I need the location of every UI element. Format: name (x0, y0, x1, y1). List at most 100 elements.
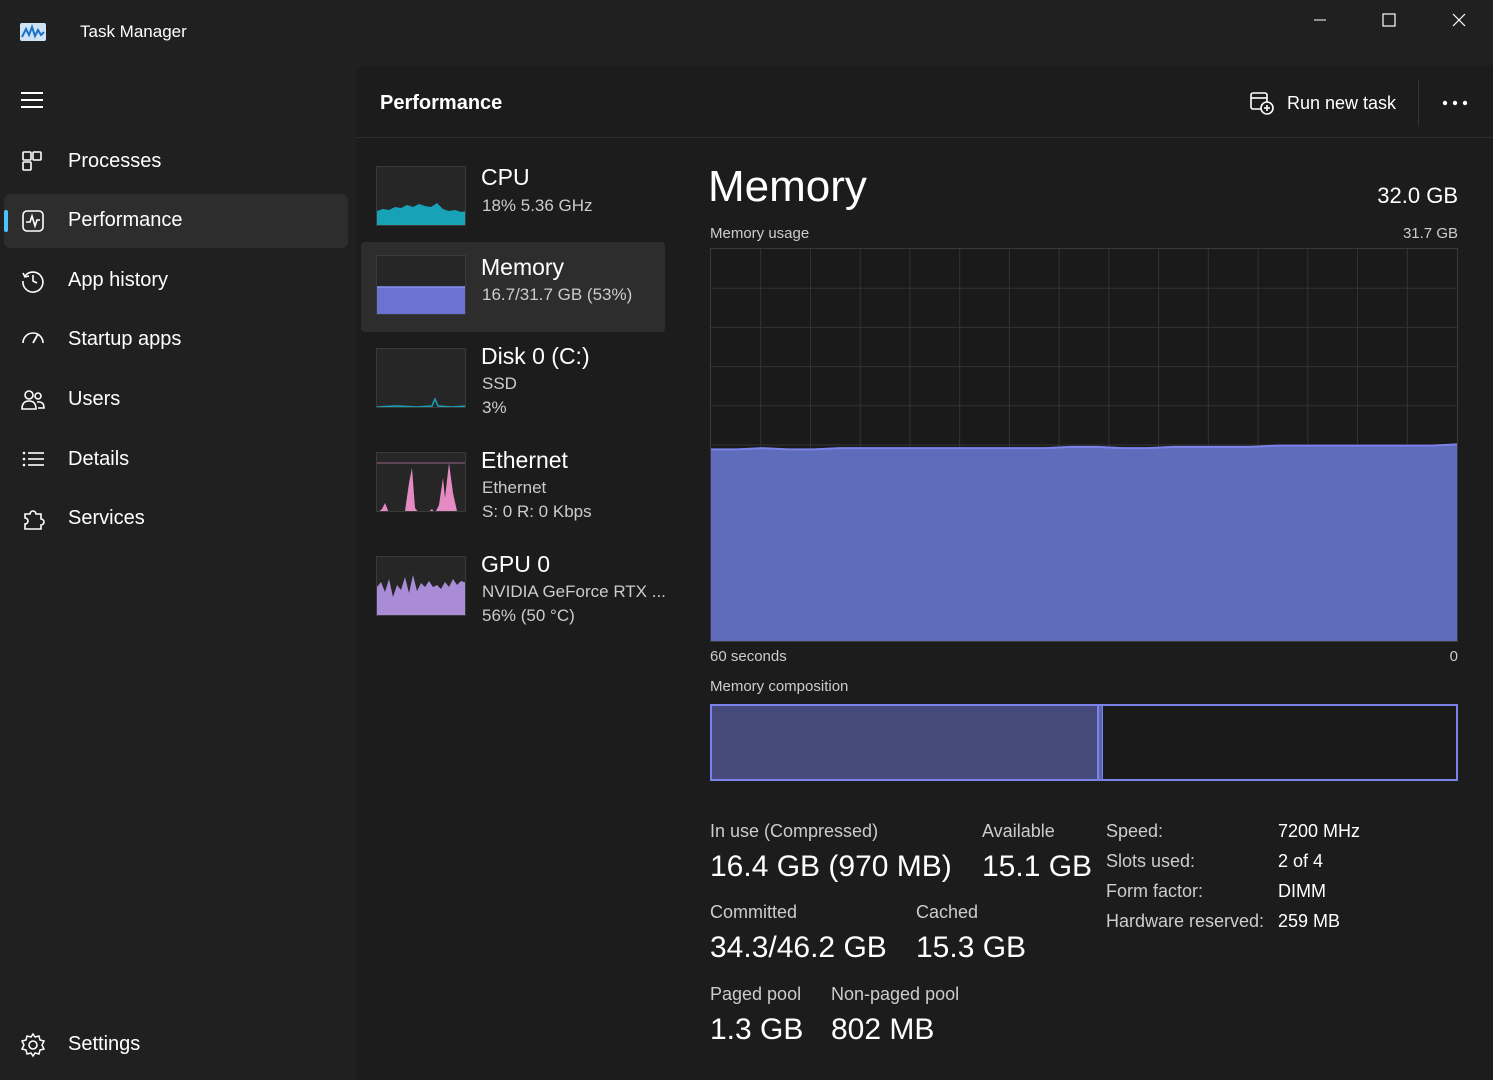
nav-label-details: Details (68, 448, 130, 470)
device-name: Ethernet (481, 447, 568, 473)
non-paged-pool-label: Non-paged pool (831, 984, 960, 1004)
device-name: Memory (481, 254, 565, 280)
device-detail: NVIDIA GeForce RTX ... (482, 582, 666, 601)
speed-value: 7200 MHz (1278, 821, 1361, 841)
maximize-button[interactable] (1354, 0, 1424, 40)
nav-label-processes: Processes (68, 150, 162, 172)
content-pane: Performance Run new task CPU 18% 5.36 GH… (356, 66, 1493, 1080)
services-puzzle-icon (24, 510, 45, 530)
close-icon (1452, 13, 1466, 27)
detail-title: Memory (708, 162, 867, 211)
content-header: Performance Run new task (356, 66, 1493, 138)
hardware-reserved-label: Hardware reserved: (1106, 911, 1265, 931)
memory-usage-max: 31.7 GB (1402, 225, 1458, 242)
startup-speedometer-icon (22, 332, 44, 344)
device-detail: 18% 5.36 GHz (482, 196, 593, 215)
memory-usage-label: Memory usage (710, 225, 810, 242)
paged-pool-label: Paged pool (710, 984, 802, 1004)
gear-icon (20, 1032, 46, 1058)
memory-usage-area (711, 444, 1457, 641)
hardware-reserved-value: 259 MB (1278, 911, 1341, 931)
committed-label: Committed (710, 902, 798, 922)
active-indicator (4, 210, 8, 232)
composition-in-use (712, 706, 1099, 779)
cached-value: 15.3 GB (916, 931, 1027, 964)
minimize-icon (1314, 19, 1326, 21)
device-name: CPU (481, 164, 530, 190)
processes-grid-icon (22, 151, 42, 171)
nav-label-services: Services (68, 507, 145, 529)
nav-item-app-history[interactable]: App history (4, 254, 348, 308)
cpu-thumbnail-graph (376, 166, 466, 226)
nav-item-performance[interactable]: Performance (4, 194, 348, 248)
run-new-task-label: Run new task (1287, 92, 1397, 113)
details-list-icon (22, 451, 44, 467)
navigation-pane: Processes Performance App history Startu… (0, 66, 356, 1080)
nav-label-app-history: App history (68, 269, 169, 291)
more-ellipsis-icon (1442, 100, 1468, 106)
nav-item-processes[interactable]: Processes (4, 135, 348, 189)
users-icon (21, 390, 45, 410)
history-clock-icon (22, 271, 44, 293)
task-manager-app-icon (20, 23, 46, 41)
device-gpu[interactable]: GPU 0 NVIDIA GeForce RTX ... 56% (50 °C) (361, 542, 666, 632)
time-axis-end: 0 (1449, 648, 1458, 665)
slots-used-value: 2 of 4 (1278, 851, 1324, 871)
paged-pool-value: 1.3 GB (710, 1013, 804, 1046)
device-detail: SSD (482, 374, 517, 393)
slots-used-label: Slots used: (1106, 851, 1196, 871)
device-detail: 3% (482, 398, 507, 417)
nav-label-performance: Performance (68, 209, 183, 231)
device-ethernet[interactable]: Ethernet Ethernet S: 0 R: 0 Kbps (361, 438, 665, 528)
title-bar: Task Manager (0, 0, 1493, 66)
minimize-button[interactable] (1285, 0, 1355, 40)
device-detail: 16.7/31.7 GB (53%) (482, 285, 633, 304)
nav-label-users: Users (68, 388, 121, 410)
device-detail: Ethernet (482, 478, 547, 497)
form-factor-value: DIMM (1278, 881, 1326, 901)
ethernet-thumbnail-graph (376, 452, 466, 512)
maximize-icon (1382, 13, 1396, 27)
composition-modified (1099, 706, 1103, 779)
run-new-task-button[interactable]: Run new task (1249, 88, 1396, 118)
memory-usage-chart (711, 249, 1458, 641)
memory-total: 32.0 GB (1377, 183, 1458, 208)
nav-item-settings[interactable]: Settings (4, 1018, 348, 1072)
page-title: Performance (380, 92, 503, 114)
performance-pulse-icon (22, 210, 44, 232)
nav-item-services[interactable]: Services (4, 492, 348, 546)
device-name: Disk 0 (C:) (481, 343, 590, 369)
available-label: Available (982, 821, 1055, 841)
in-use-value: 16.4 GB (970 MB) (710, 850, 952, 883)
device-cpu[interactable]: CPU 18% 5.36 GHz (361, 152, 665, 242)
close-button[interactable] (1424, 0, 1493, 40)
nav-item-users[interactable]: Users (4, 373, 348, 427)
speed-label: Speed: (1106, 821, 1164, 841)
cached-label: Cached (916, 902, 979, 922)
non-paged-pool-value: 802 MB (831, 1013, 935, 1046)
gpu-thumbnail-graph (376, 556, 466, 616)
device-detail: 56% (50 °C) (482, 606, 575, 625)
device-disk[interactable]: Disk 0 (C:) SSD 3% (361, 334, 665, 424)
hamburger-menu-icon[interactable] (18, 88, 46, 112)
memory-usage-graph (710, 248, 1458, 642)
memory-thumbnail-graph (376, 255, 466, 315)
device-name: GPU 0 (481, 551, 551, 577)
available-value: 15.1 GB (982, 850, 1093, 883)
form-factor-label: Form factor: (1106, 881, 1204, 901)
committed-value: 34.3/46.2 GB (710, 931, 887, 964)
run-new-task-icon (1250, 92, 1274, 115)
window-title: Task Manager (80, 22, 187, 41)
nav-label-startup-apps: Startup apps (68, 328, 182, 350)
device-memory[interactable]: Memory 16.7/31.7 GB (53%) (361, 242, 665, 332)
memory-composition-label: Memory composition (710, 678, 849, 695)
more-options-button[interactable] (1438, 92, 1472, 114)
memory-composition-bar (710, 704, 1458, 781)
nav-item-details[interactable]: Details (4, 433, 348, 487)
disk-thumbnail-graph (376, 348, 466, 408)
nav-label-settings: Settings (68, 1033, 141, 1055)
in-use-label: In use (Compressed) (710, 821, 879, 841)
nav-item-startup-apps[interactable]: Startup apps (4, 313, 348, 367)
device-detail: S: 0 R: 0 Kbps (482, 502, 592, 521)
header-divider (1418, 80, 1419, 126)
